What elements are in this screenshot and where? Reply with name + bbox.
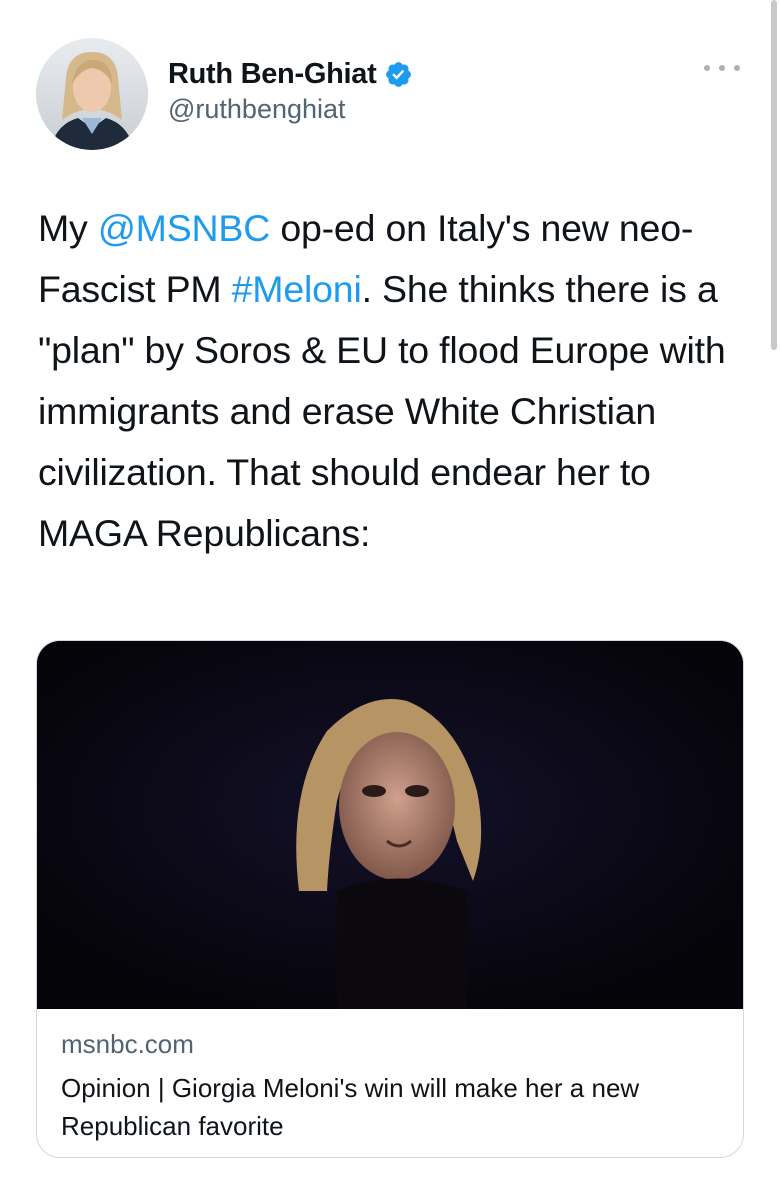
link-card-title: Opinion | Giorgia Meloni's win will make…: [61, 1073, 640, 1141]
link-card-domain: msnbc.com: [61, 1029, 194, 1059]
scrollbar[interactable]: [771, 0, 777, 350]
more-dot: [704, 65, 710, 71]
tweet-text-part: My: [38, 207, 98, 249]
author-display-name[interactable]: Ruth Ben-Ghiat: [168, 58, 377, 91]
hashtag-link[interactable]: #Meloni: [232, 268, 362, 310]
avatar[interactable]: [36, 38, 148, 150]
more-options-icon[interactable]: [704, 56, 740, 80]
more-dot: [734, 65, 740, 71]
author-info: Ruth Ben-Ghiat @ruthbenghiat: [168, 56, 413, 125]
more-dot: [719, 65, 725, 71]
verified-badge-icon: [384, 60, 413, 89]
tweet-text-part: . She thinks there is a "plan" by Soros …: [38, 268, 726, 554]
mention-link[interactable]: @MSNBC: [98, 207, 270, 249]
author-handle[interactable]: @ruthbenghiat: [168, 94, 413, 125]
link-card[interactable]: msnbc.com Opinion | Giorgia Meloni's win…: [36, 640, 744, 1158]
link-card-image: [37, 641, 743, 1009]
tweet: Ruth Ben-Ghiat @ruthbenghiat My @MSNBC o…: [0, 0, 780, 1200]
tweet-text: My @MSNBC op-ed on Italy's new neo-Fasci…: [38, 198, 748, 564]
author-name-row: Ruth Ben-Ghiat: [168, 56, 413, 92]
